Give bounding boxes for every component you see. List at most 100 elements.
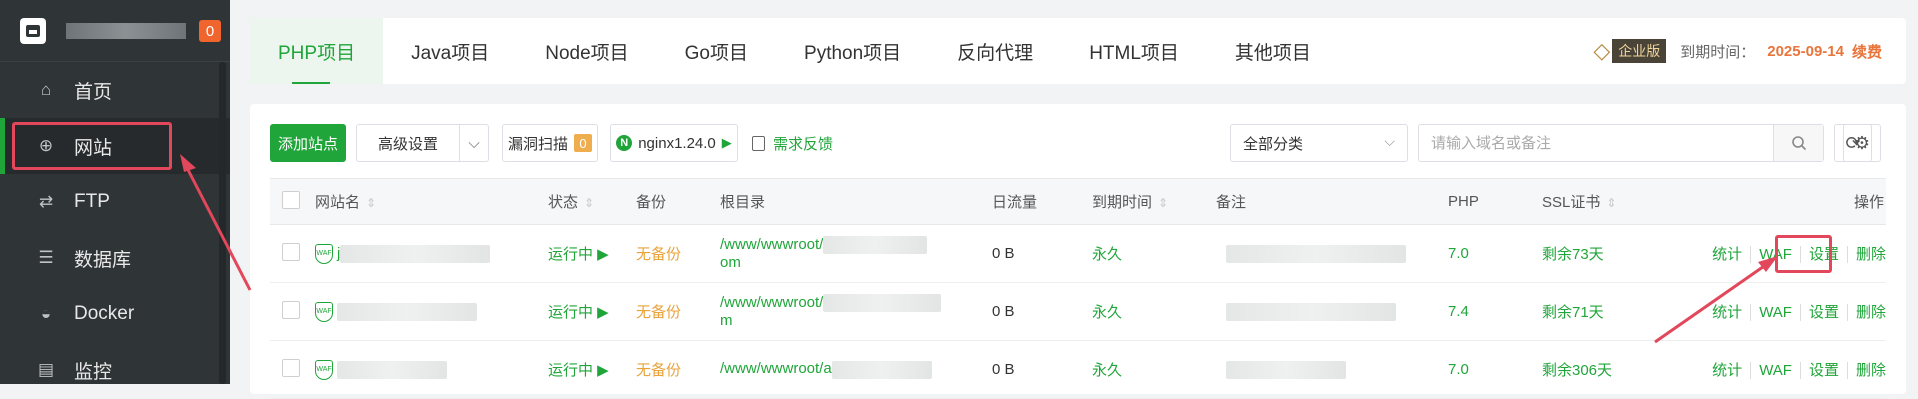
waf-link[interactable]: WAF: [1751, 304, 1801, 321]
col-backup: 备份: [636, 178, 720, 225]
nginx-button[interactable]: Nnginx1.24.0 ▶: [610, 124, 738, 162]
note-value[interactable]: [1216, 224, 1448, 283]
category-select[interactable]: 全部分类 ⌵: [1230, 124, 1408, 162]
status-running[interactable]: 运行中 ▶: [548, 340, 636, 399]
blurred-text: [337, 302, 477, 321]
tab-other[interactable]: 其他项目: [1207, 18, 1339, 84]
search-icon[interactable]: [1773, 125, 1823, 161]
sidebar-item-label: 首页: [74, 81, 113, 103]
sidebar-item-docker[interactable]: ◒ Docker: [0, 286, 230, 342]
root-path[interactable]: /www/wwwroot/om: [720, 224, 992, 283]
col-note: 备注: [1216, 178, 1448, 225]
tab-java[interactable]: Java项目: [383, 18, 517, 84]
ssl-remaining[interactable]: 剩余73天: [1542, 224, 1668, 283]
php-version[interactable]: 7.0: [1448, 224, 1542, 283]
root-path[interactable]: /www/wwwroot/m: [720, 282, 992, 341]
feedback-link[interactable]: 需求反馈: [752, 124, 833, 162]
php-version[interactable]: 7.4: [1448, 282, 1542, 341]
tab-reverse-proxy[interactable]: 反向代理: [929, 18, 1061, 84]
col-name[interactable]: 网站名 ⇕: [315, 178, 548, 225]
col-traffic: 日流量: [992, 178, 1092, 225]
blurred-text: [1226, 360, 1346, 379]
backup-status[interactable]: 无备份: [636, 282, 720, 341]
row-checkbox[interactable]: [282, 300, 300, 319]
logo-icon[interactable]: [20, 17, 46, 44]
row-checkbox[interactable]: [282, 358, 300, 377]
ssl-remaining[interactable]: 剩余71天: [1542, 282, 1668, 341]
settings-link[interactable]: 设置: [1800, 304, 1848, 321]
backup-status[interactable]: 无备份: [636, 224, 720, 283]
sidebar-scrollbar[interactable]: [219, 62, 226, 384]
sidebar-item-database[interactable]: ☰ 数据库: [0, 230, 230, 286]
search-input[interactable]: [1419, 125, 1769, 161]
sort-icon: ⇕: [1158, 196, 1169, 210]
toolbar: 添加站点 高级设置 ⌵ 漏洞扫描 0 Nnginx1.24.0 ▶ 需求反馈 全部分…: [270, 124, 1886, 162]
sidebar-item-monitor[interactable]: ▤ 监控: [0, 342, 230, 398]
tab-python[interactable]: Python项目: [776, 18, 929, 84]
table-row: WAF j 运行中 ▶ 无备份 /www/wwwroot/om 0 B 永久 7.…: [270, 224, 1886, 283]
expire-value[interactable]: 永久: [1092, 340, 1216, 399]
note-value[interactable]: [1216, 282, 1448, 341]
renew-link[interactable]: 续费: [1852, 41, 1882, 62]
traffic-value: 0 B: [992, 224, 1092, 283]
gear-icon[interactable]: ⚙: [1843, 124, 1881, 162]
sidebar-item-home[interactable]: ⌂ 首页: [0, 62, 230, 118]
col-ssl[interactable]: SSL证书 ⇕: [1542, 178, 1668, 225]
nginx-version: nginx1.24.0: [638, 134, 716, 152]
vuln-scan-label: 漏洞扫描: [507, 135, 568, 153]
diamond-icon: ◇: [1593, 38, 1611, 63]
stats-link[interactable]: 统计: [1704, 304, 1752, 321]
tab-html[interactable]: HTML项目: [1061, 18, 1207, 84]
sidebar-nav: ⌂ 首页 ⊕ 网站 ⇄ FTP ☰ 数据库 ◒ Docker ▤ 监控: [0, 62, 230, 398]
php-version[interactable]: 7.0: [1448, 340, 1542, 399]
delete-link[interactable]: 删除: [1848, 362, 1886, 379]
waf-shield-icon: WAF: [315, 301, 333, 322]
expire-value[interactable]: 永久: [1092, 224, 1216, 283]
stats-link[interactable]: 统计: [1704, 362, 1752, 379]
delete-link[interactable]: 删除: [1848, 246, 1886, 263]
blurred-text: [1226, 244, 1406, 263]
delete-link[interactable]: 删除: [1848, 304, 1886, 321]
tab-node[interactable]: Node项目: [517, 18, 656, 84]
table-row: WAF 运行中 ▶ 无备份 /www/wwwroot/a 0 B 永久 7.0 …: [270, 340, 1886, 399]
sidebar-item-ftp[interactable]: ⇄ FTP: [0, 174, 230, 230]
root-path[interactable]: /www/wwwroot/a: [720, 340, 992, 399]
vuln-scan-button[interactable]: 漏洞扫描 0: [502, 124, 598, 162]
highlight-box-website: [12, 122, 172, 170]
col-root: 根目录: [720, 178, 992, 225]
advanced-settings-button[interactable]: 高级设置: [356, 124, 460, 162]
tab-php[interactable]: PHP项目: [250, 18, 384, 84]
traffic-value: 0 B: [992, 340, 1092, 399]
blurred-text: [823, 294, 942, 313]
status-running[interactable]: 运行中 ▶: [548, 224, 636, 283]
add-site-button[interactable]: 添加站点: [270, 124, 346, 162]
settings-link[interactable]: 设置: [1800, 362, 1848, 379]
note-value[interactable]: [1216, 340, 1448, 399]
enterprise-tag: 企业版: [1612, 39, 1667, 63]
docker-icon: ◒: [40, 304, 52, 323]
expire-date: 2025-09-14: [1767, 42, 1844, 60]
status-running[interactable]: 运行中 ▶: [548, 282, 636, 341]
row-actions: 统计 WAF 设置 删除: [1668, 282, 1886, 341]
tab-go[interactable]: Go项目: [657, 18, 776, 84]
nginx-icon: N: [616, 135, 633, 151]
col-status[interactable]: 状态 ⇕: [548, 178, 636, 225]
expire-value[interactable]: 永久: [1092, 282, 1216, 341]
highlight-box-settings: [1775, 235, 1832, 273]
col-expire[interactable]: 到期时间 ⇕: [1092, 178, 1216, 225]
col-php: PHP: [1448, 178, 1542, 225]
waf-shield-icon: WAF: [315, 359, 333, 380]
select-all-checkbox[interactable]: [282, 190, 300, 209]
backup-status[interactable]: 无备份: [636, 340, 720, 399]
sort-icon: ⇕: [584, 196, 595, 210]
sidebar-item-label: 监控: [74, 361, 113, 383]
notification-badge[interactable]: 0: [199, 20, 221, 42]
waf-link[interactable]: WAF: [1751, 362, 1801, 379]
ssl-remaining[interactable]: 剩余306天: [1542, 340, 1668, 399]
row-checkbox[interactable]: [282, 242, 300, 261]
advanced-dropdown-chevron-icon[interactable]: ⌵: [459, 124, 489, 162]
sidebar-item-label: FTP: [74, 191, 110, 212]
stats-link[interactable]: 统计: [1704, 246, 1752, 263]
col-ops: 操作: [1668, 178, 1886, 225]
monitor-icon: ▤: [37, 360, 55, 379]
